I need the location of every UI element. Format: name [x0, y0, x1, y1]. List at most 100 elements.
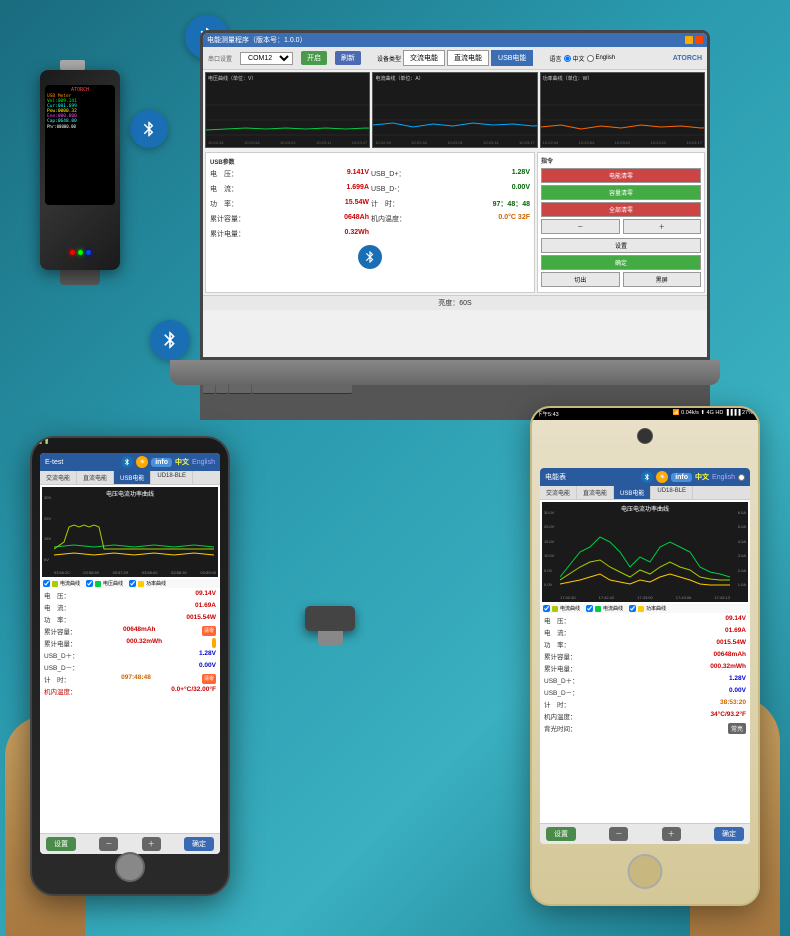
- energy-row: 累计电量： 0.32Wh: [210, 229, 369, 239]
- left-plus-btn[interactable]: ＋: [142, 837, 161, 851]
- left-temp-row: 机内温度： 0.0+°C/32.00°F: [44, 686, 216, 696]
- software-ui: 电能测量程序（版本号：1.0.0） 串口设置 COM12 开启 刷新 设备类型: [203, 33, 707, 357]
- right-energy-row: 累计电量： 000.32mWh: [544, 663, 746, 673]
- usb-dminus-row: USB_D-： 0.00V: [371, 184, 530, 194]
- right-lang-radio[interactable]: [738, 474, 745, 481]
- com-label: 串口设置: [208, 54, 232, 63]
- capacity-clear-btn[interactable]: 容量清零: [541, 185, 701, 200]
- left-info-badge[interactable]: info: [151, 458, 172, 467]
- left-app-tabs: 交流电能 直流电能 USB电能 UD18-BLE: [40, 471, 220, 485]
- data-right-panel: 指令 电能清零 容量清零 全部清零 － ＋ 设置 确定 切出 黑屏: [537, 152, 705, 293]
- right-temp-row: 机内温度： 34°C/93.2°F: [544, 711, 746, 721]
- voltage-row: 电 压： 9.141V: [210, 169, 369, 179]
- current-row: 电 流： 1.699A: [210, 184, 369, 194]
- right-tab-usb[interactable]: USB电能: [614, 486, 651, 499]
- left-app-title: E-test: [45, 459, 63, 466]
- left-usbdplus-row: USB_D＋： 1.28V: [44, 650, 216, 660]
- left-minus-btn[interactable]: －: [99, 837, 118, 851]
- right-confirm-btn[interactable]: 确定: [714, 827, 744, 841]
- left-usbdminus-row: USB_D－： 0.00V: [44, 662, 216, 672]
- right-app-title: 电能表: [545, 472, 566, 482]
- lang-cn-radio[interactable]: 中文: [564, 54, 584, 63]
- lang-label: 语言: [549, 54, 561, 63]
- energy-clear-btn[interactable]: 电能清零: [541, 168, 701, 183]
- usb-device: ATORCH USB Meter Vol:009.141 Cur:001.699…: [30, 60, 130, 320]
- com-select[interactable]: COM12: [240, 52, 293, 65]
- right-tab-dc[interactable]: 直流电能: [577, 486, 614, 499]
- right-capacity-row: 累计容量： 00648mAh: [544, 651, 746, 661]
- usb-brand: ATORCH: [47, 87, 113, 93]
- right-voltage-row: 电 压： 09.14V: [544, 615, 746, 625]
- usb-type-btn[interactable]: USB电能: [491, 50, 533, 66]
- refresh-button[interactable]: 刷新: [335, 51, 361, 65]
- phone-body-right: 下午5:43 📶 0.04k/s ⬆ 4G HD ▐▐▐▐ 27% 电能表 ☀ …: [530, 406, 760, 906]
- blackscreen-btn[interactable]: 黑屏: [623, 272, 702, 287]
- right-usbdminus-row: USB_D－： 0.00V: [544, 687, 746, 697]
- right-status-signal: 📶 0.04k/s ⬆ 4G HD ▐▐▐▐ 27%: [673, 410, 753, 418]
- right-plus-btn[interactable]: ＋: [662, 827, 681, 841]
- right-lang-en: English: [712, 474, 735, 481]
- right-minus-btn[interactable]: －: [609, 827, 628, 841]
- left-voltage-row: 电 压： 09.14V: [44, 590, 216, 600]
- exit-btn[interactable]: 切出: [541, 272, 620, 287]
- ac-type-btn[interactable]: 交流电能: [403, 50, 445, 66]
- right-info-badge[interactable]: info: [671, 473, 692, 482]
- charts-row: 电压曲线（单位：V） 10:22:4410:22:5410:23:0110:23…: [203, 70, 707, 150]
- right-usbdplus-row: USB_D＋： 1.28V: [544, 675, 746, 685]
- right-tab-ble[interactable]: UD18-BLE: [651, 486, 693, 499]
- bluetooth-icon-left: [130, 110, 168, 148]
- software-title: 电能测量程序（版本号：1.0.0）: [207, 35, 307, 45]
- data-left-panel: USB参数 电 压： 9.141V USB_D+： 1.28V 电 流： 1.6: [205, 152, 535, 293]
- right-current-row: 电 流： 01.69A: [544, 627, 746, 637]
- power-row: 功 率： 15.54W: [210, 199, 369, 209]
- left-confirm-btn[interactable]: 确定: [184, 837, 214, 851]
- right-tab-ac[interactable]: 交流电能: [540, 486, 577, 499]
- left-settings-btn[interactable]: 设置: [46, 837, 76, 851]
- phone-left: 📶 🔋 E-test ☀ info 中文 English: [20, 436, 240, 916]
- left-home-btn[interactable]: [115, 852, 145, 882]
- left-app-titlebar: E-test ☀ info 中文 English: [40, 453, 220, 471]
- lang-en-radio[interactable]: English: [587, 55, 615, 62]
- right-status-bar: 下午5:43 📶 0.04k/s ⬆ 4G HD ▐▐▐▐ 27%: [532, 408, 758, 420]
- open-button[interactable]: 开启: [301, 51, 327, 65]
- plus-btn[interactable]: ＋: [623, 219, 702, 234]
- voltage-chart-label: 电压曲线（单位：V）: [208, 75, 256, 82]
- bt-icon-data: [358, 245, 382, 269]
- all-clear-btn[interactable]: 全部清零: [541, 202, 701, 217]
- right-settings-btn[interactable]: 设置: [546, 827, 576, 841]
- right-power-row: 功 率： 0015.54W: [544, 639, 746, 649]
- right-camera: [637, 428, 653, 444]
- dc-type-btn[interactable]: 直流电能: [447, 50, 489, 66]
- left-tab-ble[interactable]: UD18-BLE: [151, 471, 193, 484]
- right-wifi-icon: ☀: [656, 471, 668, 483]
- usb-dplus-row: USB_D+： 1.28V: [371, 169, 530, 179]
- left-energy-row: 累计电量： 000.32mWh: [44, 638, 216, 648]
- phone-right: 下午5:43 📶 0.04k/s ⬆ 4G HD ▐▐▐▐ 27% 电能表 ☀ …: [520, 406, 770, 926]
- left-lang-cn[interactable]: 中文: [175, 457, 189, 467]
- right-home-btn[interactable]: [628, 854, 663, 889]
- left-bottom-bar: 设置 － ＋ 确定: [40, 833, 220, 854]
- current-chart: 电流曲线（单位：A） 10:22:4410:22:5410:23:0110:23…: [372, 72, 537, 148]
- usb-params-label: USB参数: [210, 157, 530, 166]
- left-lang-en[interactable]: English: [192, 459, 215, 466]
- left-tab-ac[interactable]: 交流电能: [40, 471, 77, 484]
- laptop-body: [170, 360, 720, 385]
- current-chart-label: 电流曲线（单位：A）: [375, 75, 423, 82]
- left-bt-icon: [121, 456, 133, 468]
- minus-btn[interactable]: －: [541, 219, 620, 234]
- confirm-btn[interactable]: 确定: [541, 255, 701, 270]
- left-tab-dc[interactable]: 直流电能: [77, 471, 114, 484]
- left-energy-tag: [212, 638, 216, 648]
- left-tab-usb[interactable]: USB电能: [114, 471, 151, 484]
- power-chart-label: 功率曲线（单位：W）: [543, 75, 593, 82]
- left-time-tag[interactable]: 清零: [202, 674, 216, 684]
- power-chart: 功率曲线（单位：W） 10:22:4410:22:5410:23:0110:23…: [540, 72, 705, 148]
- usb-screen: ATORCH USB Meter Vol:009.141 Cur:001.699…: [45, 85, 115, 205]
- time-row: 计 时： 97：48：48: [371, 199, 530, 209]
- right-lang-cn[interactable]: 中文: [695, 472, 709, 482]
- laptop-screen: 电能测量程序（版本号：1.0.0） 串口设置 COM12 开启 刷新 设备类型: [200, 30, 710, 360]
- left-cap-clear-tag[interactable]: 清零: [202, 626, 216, 636]
- settings-btn[interactable]: 设置: [541, 238, 701, 253]
- phone-screen-left: E-test ☀ info 中文 English 交流电能 直流电能 USB电: [40, 453, 220, 854]
- brand-logo: ATORCH: [673, 55, 702, 62]
